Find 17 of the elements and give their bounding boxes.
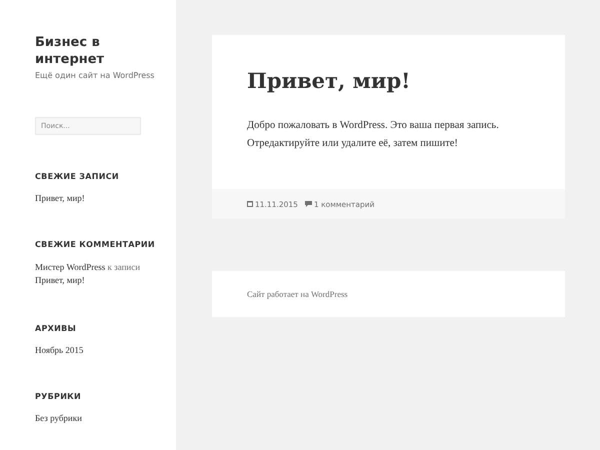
recent-comment: Мистер WordPress к записи Привет, мир!: [35, 261, 142, 287]
post-body: Добро пожаловать в WordPress. Это ваша первая запись. Отредактируйте или удалите её, затем пишите!: [247, 119, 500, 151]
widget-link[interactable]: Привет, мир!: [35, 193, 176, 203]
speech-bubble-icon: [304, 201, 312, 207]
widget-link[interactable]: Ноябрь 2015: [35, 345, 176, 355]
widget-heading: СВЕЖИЕ ЗАПИСИ: [35, 172, 120, 181]
widget-heading: АРХИВЫ: [35, 324, 78, 333]
widget-heading: РУБРИКИ: [35, 392, 82, 401]
site-tagline: Ещё один сайт на WordPress: [35, 71, 156, 80]
calendar-icon: [247, 201, 253, 207]
widget-heading: СВЕЖИЕ КОММЕНТАРИИ: [35, 240, 156, 249]
footer-credit[interactable]: Сайт работает на WordPress: [247, 289, 348, 299]
post-title: Привет, мир!: [247, 68, 412, 94]
author-link[interactable]: Мистер WordPress: [35, 262, 106, 272]
widget-link[interactable]: Без рубрики: [35, 413, 176, 423]
post-link[interactable]: Привет, мир!: [35, 275, 85, 285]
site-title[interactable]: Бизнес в интернет: [35, 34, 145, 68]
